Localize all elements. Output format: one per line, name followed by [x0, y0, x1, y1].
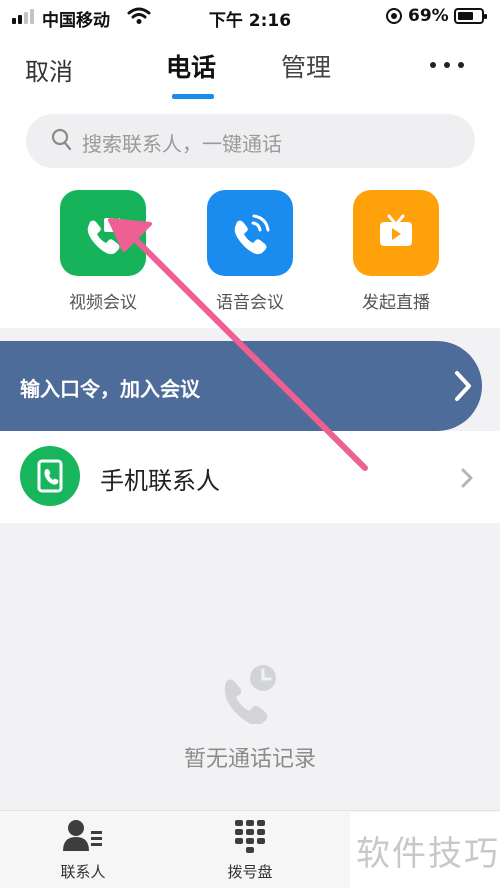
chevron-right-icon — [455, 371, 471, 401]
top-nav: 取消 电话 管理 — [0, 40, 500, 100]
cancel-button[interactable]: 取消 — [25, 52, 73, 87]
orientation-lock-icon — [386, 8, 402, 24]
empty-state-text: 暂无通话记录 — [183, 747, 316, 772]
video-meeting-tile — [60, 190, 146, 276]
status-bar: 中国移动 下午 2:16 69% — [0, 0, 500, 34]
voice-call-icon — [234, 214, 270, 255]
join-meeting-banner[interactable]: 输入口令，加入会议 — [0, 341, 482, 431]
start-live-tile — [353, 190, 439, 276]
empty-call-history-icon — [224, 665, 276, 724]
more-options-icon[interactable] — [430, 62, 464, 68]
video-meeting-label: 视频会议 — [69, 293, 137, 313]
phone-contacts-row[interactable]: 手机联系人 — [0, 431, 500, 523]
tab-contacts-label: 联系人 — [60, 863, 106, 881]
battery-percent: 69% — [408, 6, 449, 26]
tab-dialpad-label: 拨号盘 — [227, 863, 273, 881]
start-live-button[interactable]: 发起直播 — [351, 190, 441, 313]
search-input[interactable]: 搜索联系人，一键通话 — [26, 114, 475, 168]
dialpad-icon — [235, 820, 265, 853]
watermark: 软件技巧 — [350, 812, 500, 888]
battery-icon — [454, 8, 487, 24]
live-tv-icon — [380, 214, 412, 246]
start-live-label: 发起直播 — [362, 293, 430, 313]
tab-dialpad[interactable]: 拨号盘 — [200, 819, 300, 882]
tab-manage[interactable]: 管理 — [281, 48, 331, 84]
video-call-icon — [87, 218, 120, 255]
join-meeting-label: 输入口令，加入会议 — [20, 377, 200, 401]
search-placeholder: 搜索联系人，一键通话 — [82, 132, 282, 156]
voice-meeting-label: 语音会议 — [216, 293, 284, 313]
voice-meeting-tile — [207, 190, 293, 276]
battery-fill — [458, 12, 473, 20]
search-icon — [51, 128, 72, 151]
phone-contacts-icon — [20, 446, 80, 506]
contacts-icon — [63, 820, 102, 851]
chevron-right-icon — [461, 468, 473, 488]
active-tab-indicator — [172, 94, 214, 99]
tab-phone[interactable]: 电话 — [166, 48, 216, 84]
phone-contacts-label: 手机联系人 — [100, 467, 220, 495]
video-meeting-button[interactable]: 视频会议 — [58, 190, 148, 313]
voice-meeting-button[interactable]: 语音会议 — [205, 190, 295, 313]
tab-contacts[interactable]: 联系人 — [33, 819, 133, 882]
